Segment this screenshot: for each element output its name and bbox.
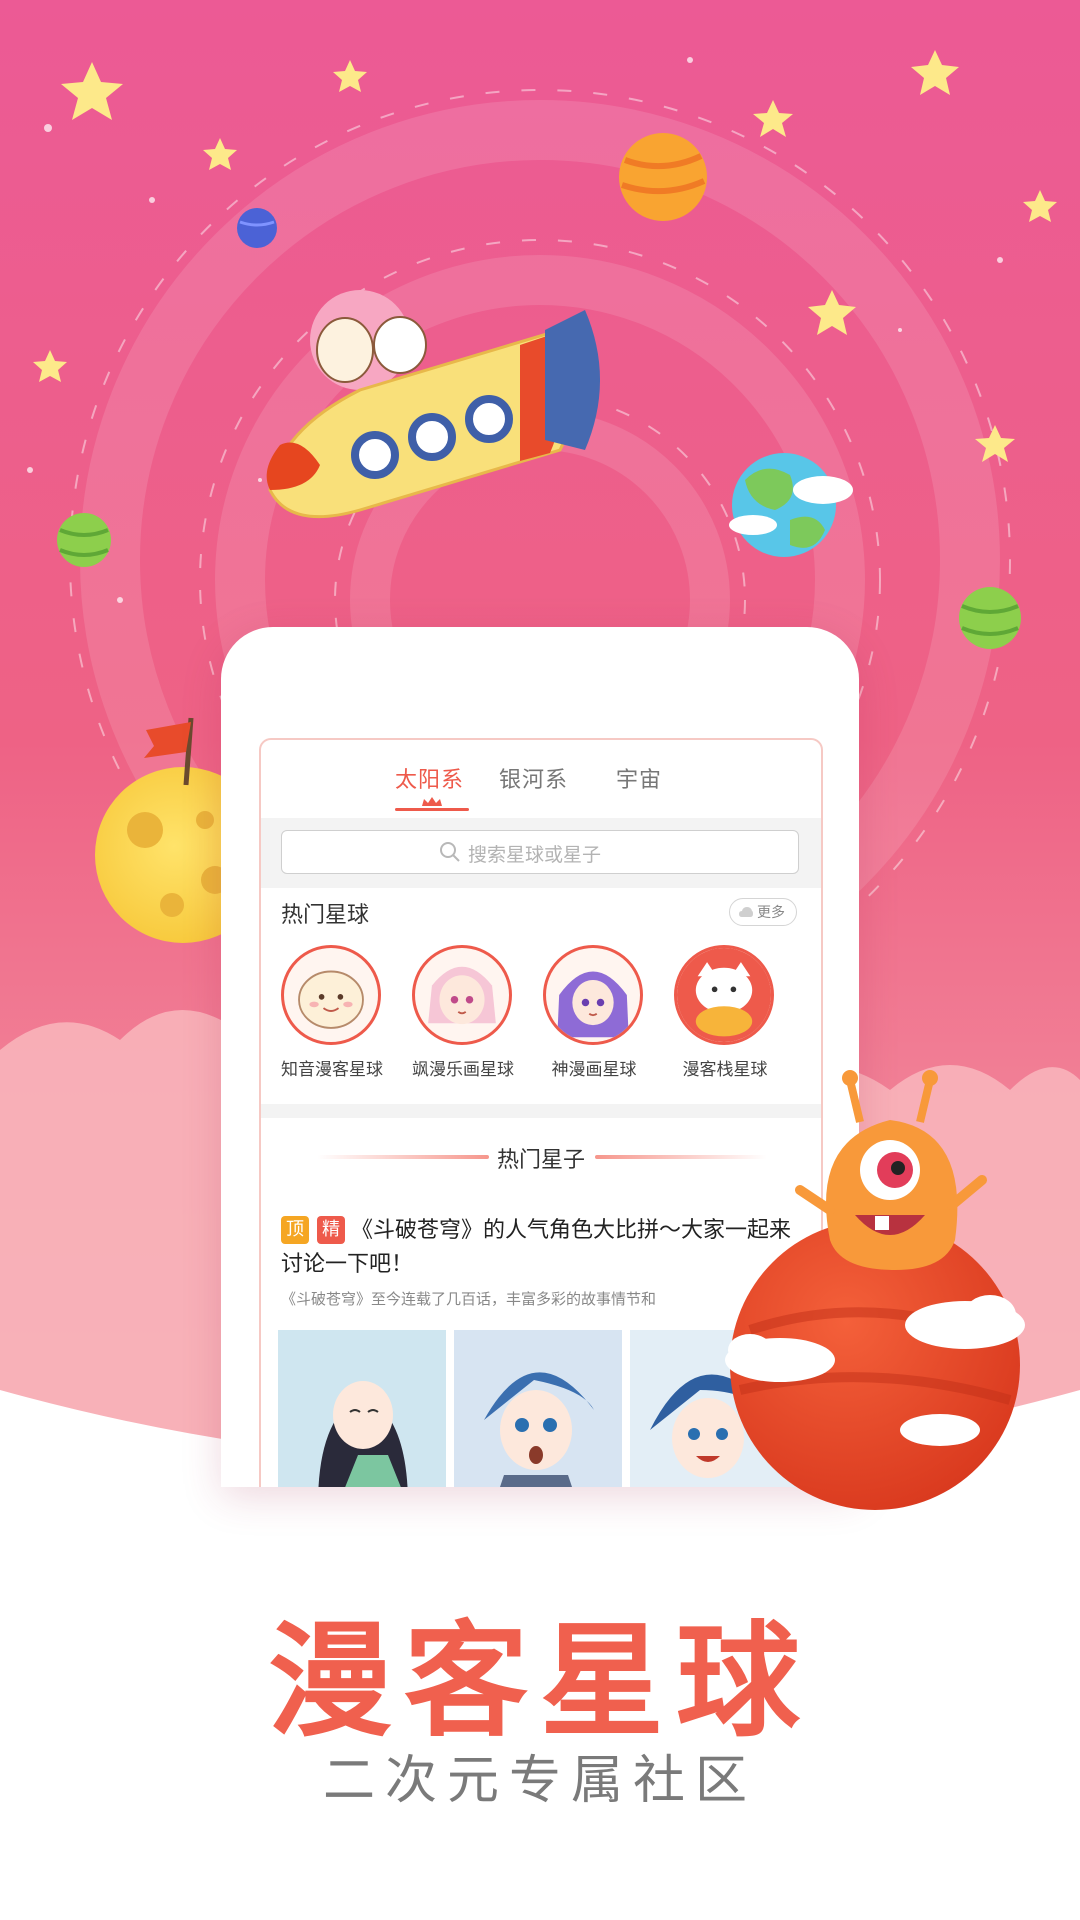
tab-solar-system[interactable]: 太阳系 xyxy=(395,762,464,794)
purple-hair-girl-avatar xyxy=(543,945,643,1045)
red-planet-monster-illustration xyxy=(725,1070,1025,1510)
post-image[interactable] xyxy=(278,1330,446,1487)
search-placeholder: 搜索星球或星子 xyxy=(468,844,602,866)
more-button[interactable]: 更多 xyxy=(729,898,797,926)
crown-icon xyxy=(422,797,442,806)
bun-character-avatar xyxy=(281,945,381,1045)
planet-name: 飒漫乐画星球 xyxy=(412,1060,514,1080)
more-label: 更多 xyxy=(757,905,785,921)
tab-bar: 太阳系 银河系 宇宙 xyxy=(261,740,821,818)
tab-universe[interactable]: 宇宙 xyxy=(616,762,662,794)
active-tab-indicator xyxy=(395,808,469,811)
hot-planets-title: 热门星球 xyxy=(281,903,370,928)
cloud-icon xyxy=(739,907,753,917)
app-name-title: 漫客星球 xyxy=(267,1610,812,1754)
pink-hair-girl-avatar xyxy=(412,945,512,1045)
tab-galaxy[interactable]: 银河系 xyxy=(499,762,568,794)
search-input[interactable]: 搜索星球或星子 xyxy=(281,830,799,874)
planet-name: 知音漫客星球 xyxy=(281,1060,383,1080)
app-tagline: 二次元专属社区 xyxy=(322,1751,757,1811)
search-area: 搜索星球或星子 xyxy=(261,818,821,888)
search-icon xyxy=(440,842,460,862)
planet-name: 神漫画星球 xyxy=(551,1060,637,1080)
post-image[interactable] xyxy=(454,1330,622,1487)
